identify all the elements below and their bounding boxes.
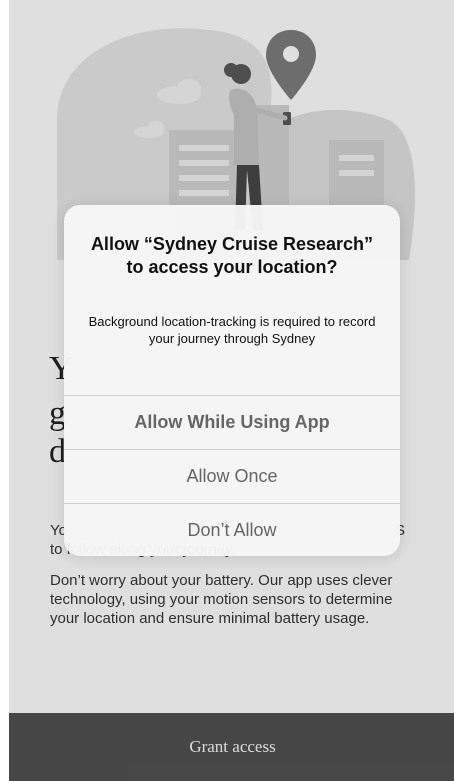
- location-permission-alert: Allow “Sydney Cruise Research” to access…: [64, 205, 400, 556]
- allow-once-button[interactable]: Allow Once: [64, 449, 400, 503]
- dont-allow-button[interactable]: Don’t Allow: [64, 503, 400, 556]
- allow-while-using-app-button[interactable]: Allow While Using App: [64, 395, 400, 449]
- alert-message: Background location-tracking is required…: [88, 314, 376, 346]
- alert-title: Allow “Sydney Cruise Research” to access…: [90, 234, 374, 277]
